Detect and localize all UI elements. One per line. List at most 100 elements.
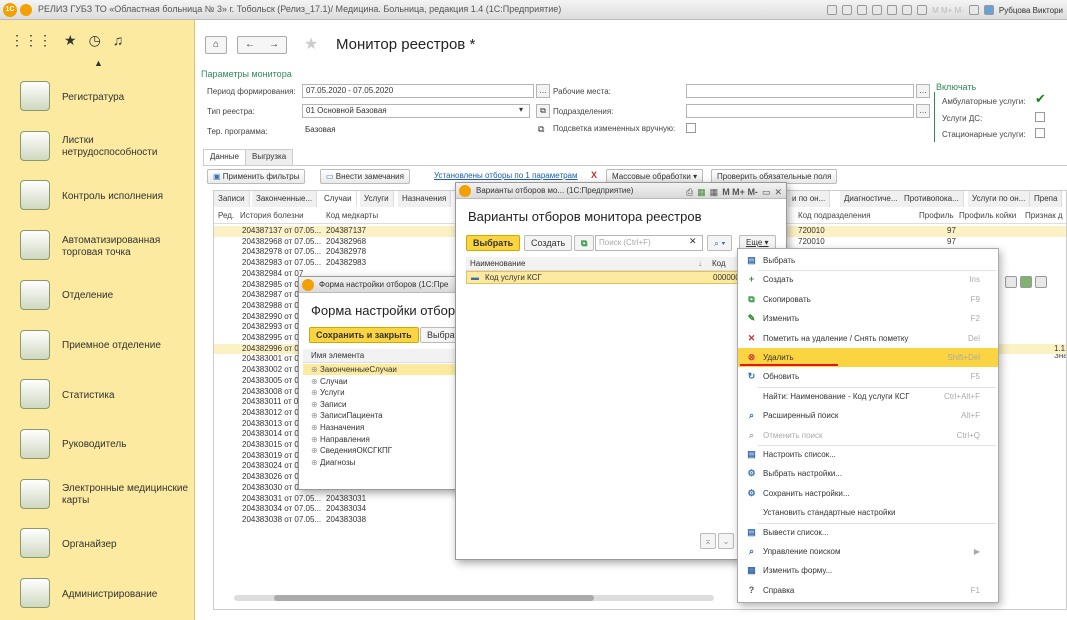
menu-item[interactable]: ▦ Изменить форму...: [738, 561, 998, 580]
search-clear-icon[interactable]: ✕: [689, 236, 697, 247]
ambulatory-checkbox[interactable]: ✔: [1035, 92, 1046, 105]
col-card[interactable]: Код медкарты: [326, 209, 378, 223]
calendar-icon[interactable]: [917, 5, 928, 15]
favorites-star-icon[interactable]: ★: [64, 32, 77, 49]
grid-tab[interactable]: Назначения: [398, 191, 452, 207]
departments-select-button[interactable]: …: [916, 104, 930, 118]
expand-icon[interactable]: ⊕: [311, 423, 320, 432]
grid-tab[interactable]: Законченные...: [252, 191, 318, 207]
behind-calc-icon[interactable]: [1020, 276, 1032, 288]
col-sign[interactable]: Признак д: [1025, 209, 1063, 223]
print-icon[interactable]: ⎙: [686, 184, 693, 198]
menu-item[interactable]: ✕ Пометить на удаление / Снять пометку Del: [738, 329, 998, 348]
dropdown-arrow-icon[interactable]: ▾: [519, 105, 523, 114]
expand-icon[interactable]: ⊕: [311, 377, 320, 386]
section-item[interactable]: Статистика: [0, 371, 195, 420]
scroll-up-icon[interactable]: ▲: [94, 58, 103, 68]
section-item[interactable]: Администрирование: [0, 570, 195, 619]
filters-link[interactable]: Установлены отборы по 1 параметрам: [434, 171, 578, 180]
memory-buttons[interactable]: M M+ M-: [722, 184, 758, 198]
col-profile[interactable]: Профиль: [919, 209, 954, 223]
type-select[interactable]: 01 Основной Базовая: [302, 104, 530, 118]
clear-filters-icon[interactable]: X: [591, 170, 597, 180]
menu-item[interactable]: + Создать Ins: [738, 270, 998, 289]
close-icon[interactable]: ✕: [774, 184, 782, 198]
expand-icon[interactable]: ⊕: [311, 388, 320, 397]
menu-item[interactable]: ⚙ Выбрать настройки...: [738, 464, 998, 483]
col-bed-profile[interactable]: Профиль койки: [959, 209, 1016, 223]
apps-grid-icon[interactable]: ⋮⋮⋮: [10, 32, 52, 49]
menu-item[interactable]: ⌕ Управление поиском ▶: [738, 542, 998, 561]
menu-item[interactable]: Найти: Наименование - Код услуги КСГ Ctrl…: [738, 387, 998, 406]
calculator-icon[interactable]: [902, 5, 913, 15]
grid-tab[interactable]: Диагностиче...: [840, 191, 903, 207]
menu-item[interactable]: ⌕ Расширенный поиск Alt+F: [738, 406, 998, 425]
col-code[interactable]: Код: [712, 257, 726, 271]
search-button[interactable]: ⌕ ▾: [707, 235, 733, 251]
section-item[interactable]: Автоматизированная торговая точка: [0, 222, 195, 271]
col-history[interactable]: История болезни: [240, 209, 304, 223]
col-red[interactable]: Ред.: [218, 209, 234, 223]
back-icon[interactable]: ←: [245, 37, 255, 53]
ds-checkbox[interactable]: [1035, 112, 1045, 122]
history-icon[interactable]: [887, 5, 898, 15]
calc-icon[interactable]: ▦: [697, 184, 706, 198]
variants-create-button[interactable]: Создать: [524, 235, 573, 251]
menu-item[interactable]: ⧉ Скопировать F9: [738, 290, 998, 309]
period-field[interactable]: 07.05.2020 - 07.05.2020: [302, 84, 534, 98]
behind-calendar-icon[interactable]: [1035, 276, 1047, 288]
expand-icon[interactable]: ⊕: [311, 365, 320, 374]
variants-search-input[interactable]: Поиск (Ctrl+F): [595, 235, 703, 251]
menu-item[interactable]: ↻ Обновить F5: [738, 367, 998, 386]
expand-icon[interactable]: ⊕: [311, 458, 320, 467]
col-subdivision[interactable]: Код подразделения: [798, 209, 871, 223]
notifications-bell-icon[interactable]: ♫: [113, 32, 124, 49]
memory-buttons[interactable]: M M+ M-: [932, 6, 964, 15]
grid-tab[interactable]: Записи: [214, 191, 250, 207]
stationary-checkbox[interactable]: [1035, 128, 1045, 138]
menu-item[interactable]: ▤ Выбрать: [738, 251, 998, 270]
section-item[interactable]: Контроль исполнения: [0, 172, 195, 221]
grid-tab[interactable]: и по он...: [788, 191, 831, 207]
program-field[interactable]: Базовая: [302, 124, 530, 138]
section-item[interactable]: Отделение: [0, 272, 195, 321]
grid-tab[interactable]: Препа: [1030, 191, 1063, 207]
remarks-button[interactable]: ▭ Внести замечания: [320, 169, 410, 184]
workplaces-field[interactable]: [686, 84, 914, 98]
maximize-icon[interactable]: ▭: [762, 184, 771, 198]
copy-icon[interactable]: ⧉: [574, 235, 595, 251]
grid-tab[interactable]: Услуги по он...: [968, 191, 1031, 207]
tab-export[interactable]: Выгрузка: [245, 149, 294, 165]
grid-tab[interactable]: Противопока...: [900, 191, 964, 207]
horizontal-scrollbar[interactable]: [234, 595, 714, 601]
section-item[interactable]: Приемное отделение: [0, 322, 195, 371]
expand-icon[interactable]: ⊕: [311, 446, 320, 455]
calendar-icon[interactable]: ▦: [710, 184, 719, 198]
variant-row[interactable]: ▬ Код услуги КСГ 000000: [466, 271, 746, 284]
tab-data[interactable]: Данные: [203, 149, 246, 165]
program-open-icon[interactable]: ⧉: [538, 124, 544, 135]
windows-icon[interactable]: [983, 5, 994, 15]
section-item[interactable]: Органайзер: [0, 520, 195, 569]
expand-icon[interactable]: ⊕: [311, 435, 320, 444]
expand-icon[interactable]: ⊕: [311, 400, 320, 409]
variants-select-button[interactable]: Выбрать: [466, 235, 521, 251]
preview-icon[interactable]: [857, 5, 868, 15]
zoom-icon[interactable]: [968, 5, 979, 15]
save-close-button[interactable]: Сохранить и закрыть: [309, 327, 419, 343]
highlight-checkbox[interactable]: [686, 123, 696, 133]
favorite-star-icon[interactable]: ★: [304, 34, 318, 54]
workplaces-select-button[interactable]: …: [916, 84, 930, 98]
menu-item[interactable]: ? Справка F1: [738, 581, 998, 600]
section-item[interactable]: Листки нетрудоспособности: [0, 123, 195, 172]
grid-tab[interactable]: Услуги: [360, 191, 394, 207]
col-name[interactable]: Наименование: [470, 257, 525, 271]
apply-filters-button[interactable]: ▣ Применить фильтры: [207, 169, 306, 184]
menu-item[interactable]: Установить стандартные настройки: [738, 503, 998, 522]
home-button[interactable]: ⌂: [205, 36, 227, 54]
scroll-bottom-icon[interactable]: ⌄: [718, 533, 734, 549]
menu-item[interactable]: ▤ Настроить список...: [738, 445, 998, 464]
menu-item[interactable]: ⚙ Сохранить настройки...: [738, 484, 998, 503]
history-clock-icon[interactable]: ◷: [89, 32, 101, 49]
save-icon[interactable]: [827, 5, 838, 15]
